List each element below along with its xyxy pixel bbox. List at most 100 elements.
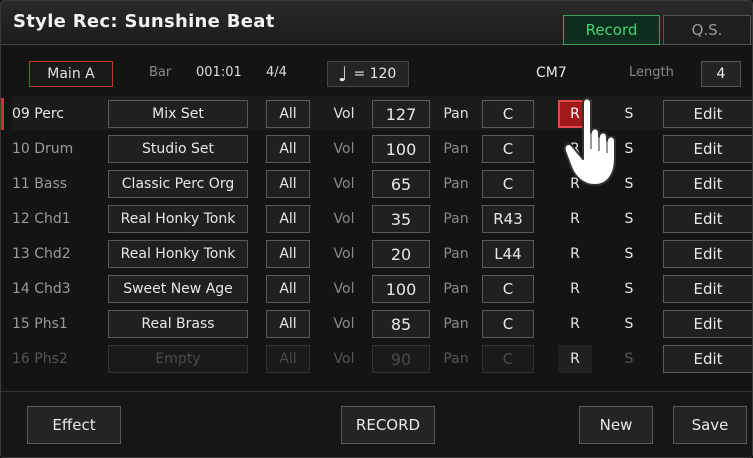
pan-field[interactable]: R43 <box>482 205 534 233</box>
track-row[interactable]: 13 Chd2 Real Honky Tonk All Vol 20 Pan L… <box>12 236 752 270</box>
record-button[interactable]: RECORD <box>341 406 435 444</box>
volume-label: Vol <box>333 316 355 332</box>
all-button[interactable]: All <box>266 170 310 198</box>
volume-label: Vol <box>333 351 355 367</box>
track-row[interactable]: 14 Chd3 Sweet New Age All Vol 100 Pan C … <box>12 271 752 305</box>
tempo-value: = 120 <box>353 66 397 82</box>
time-signature: 4/4 <box>266 65 287 80</box>
record-toggle-button[interactable]: R <box>558 345 592 373</box>
pan-field[interactable]: C <box>482 100 534 128</box>
track-name: 09 Perc <box>12 106 64 122</box>
volume-field[interactable]: 65 <box>372 170 430 198</box>
volume-field[interactable]: 100 <box>372 135 430 163</box>
track-name: 10 Drum <box>12 141 74 157</box>
solo-button[interactable]: S <box>612 275 646 303</box>
pan-label: Pan <box>443 176 469 192</box>
page-title: Style Rec: Sunshine Beat <box>13 11 275 32</box>
edit-button[interactable]: Edit <box>663 135 752 163</box>
voice-button[interactable]: Empty <box>108 345 248 373</box>
volume-field[interactable]: 85 <box>372 310 430 338</box>
track-row[interactable]: 11 Bass Classic Perc Org All Vol 65 Pan … <box>12 166 752 200</box>
voice-button[interactable]: Real Honky Tonk <box>108 205 248 233</box>
volume-label: Vol <box>333 281 355 297</box>
new-button[interactable]: New <box>579 406 653 444</box>
edit-button[interactable]: Edit <box>663 100 752 128</box>
track-name: 12 Chd1 <box>12 211 71 227</box>
track-name: 15 Phs1 <box>12 316 68 332</box>
tempo-display[interactable]: ♩ = 120 <box>327 61 409 87</box>
solo-button[interactable]: S <box>612 345 646 373</box>
edit-button[interactable]: Edit <box>663 170 752 198</box>
section-button[interactable]: Main A <box>29 61 113 87</box>
quarter-note-icon: ♩ <box>338 62 348 86</box>
pan-field[interactable]: L44 <box>482 240 534 268</box>
volume-field[interactable]: 127 <box>372 100 430 128</box>
solo-button[interactable]: S <box>612 100 646 128</box>
solo-button[interactable]: S <box>612 310 646 338</box>
track-name: 13 Chd2 <box>12 246 71 262</box>
volume-field[interactable]: 35 <box>372 205 430 233</box>
track-row[interactable]: 09 Perc Mix Set All Vol 127 Pan C R S Ed… <box>1 96 752 130</box>
voice-button[interactable]: Classic Perc Org <box>108 170 248 198</box>
all-button[interactable]: All <box>266 310 310 338</box>
all-button[interactable]: All <box>266 100 310 128</box>
pan-field[interactable]: C <box>482 345 534 373</box>
record-toggle-button[interactable]: R <box>558 100 592 128</box>
effect-button[interactable]: Effect <box>27 406 121 444</box>
solo-button[interactable]: S <box>612 170 646 198</box>
volume-field[interactable]: 90 <box>372 345 430 373</box>
pan-label: Pan <box>443 246 469 262</box>
bottom-toolbar: Effect RECORD New Save <box>1 391 752 457</box>
voice-button[interactable]: Sweet New Age <box>108 275 248 303</box>
record-toggle-button[interactable]: R <box>558 170 592 198</box>
all-button[interactable]: All <box>266 240 310 268</box>
record-toggle-button[interactable]: R <box>558 310 592 338</box>
pan-label: Pan <box>443 316 469 332</box>
track-row[interactable]: 10 Drum Studio Set All Vol 100 Pan C R S… <box>12 131 752 165</box>
bar-position: 001:01 <box>196 65 242 80</box>
track-row[interactable]: 12 Chd1 Real Honky Tonk All Vol 35 Pan R… <box>12 201 752 235</box>
info-bar: Main A Bar 001:01 4/4 ♩ = 120 CM7 Length… <box>1 53 752 91</box>
track-name: 11 Bass <box>12 176 68 192</box>
track-row[interactable]: 16 Phs2 Empty All Vol 90 Pan C R S Edit <box>12 341 752 375</box>
record-toggle-button[interactable]: R <box>558 135 592 163</box>
solo-button[interactable]: S <box>612 135 646 163</box>
edit-button[interactable]: Edit <box>663 205 752 233</box>
edit-button[interactable]: Edit <box>663 275 752 303</box>
volume-label: Vol <box>333 176 355 192</box>
all-button[interactable]: All <box>266 275 310 303</box>
solo-button[interactable]: S <box>612 205 646 233</box>
pan-label: Pan <box>443 106 469 122</box>
style-record-screen: Style Rec: Sunshine Beat Record Q.S. Mai… <box>0 0 753 458</box>
record-toggle-button[interactable]: R <box>558 275 592 303</box>
volume-field[interactable]: 20 <box>372 240 430 268</box>
save-button[interactable]: Save <box>673 406 747 444</box>
all-button[interactable]: All <box>266 345 310 373</box>
length-field[interactable]: 4 <box>701 61 741 87</box>
track-row[interactable]: 15 Phs1 Real Brass All Vol 85 Pan C R S … <box>12 306 752 340</box>
voice-button[interactable]: Real Brass <box>108 310 248 338</box>
volume-label: Vol <box>333 246 355 262</box>
pan-field[interactable]: C <box>482 135 534 163</box>
tab-record[interactable]: Record <box>563 15 660 45</box>
record-toggle-button[interactable]: R <box>558 205 592 233</box>
solo-button[interactable]: S <box>612 240 646 268</box>
edit-button[interactable]: Edit <box>663 310 752 338</box>
edit-button[interactable]: Edit <box>663 240 752 268</box>
edit-button[interactable]: Edit <box>663 345 752 373</box>
volume-field[interactable]: 100 <box>372 275 430 303</box>
voice-button[interactable]: Real Honky Tonk <box>108 240 248 268</box>
pan-field[interactable]: C <box>482 170 534 198</box>
volume-label: Vol <box>333 141 355 157</box>
record-toggle-button[interactable]: R <box>558 240 592 268</box>
voice-button[interactable]: Mix Set <box>108 100 248 128</box>
all-button[interactable]: All <box>266 205 310 233</box>
pan-field[interactable]: C <box>482 275 534 303</box>
pan-label: Pan <box>443 281 469 297</box>
title-bar: Style Rec: Sunshine Beat Record Q.S. <box>1 1 752 45</box>
track-name: 16 Phs2 <box>12 351 68 367</box>
tab-quick-setup[interactable]: Q.S. <box>663 15 751 45</box>
pan-field[interactable]: C <box>482 310 534 338</box>
all-button[interactable]: All <box>266 135 310 163</box>
voice-button[interactable]: Studio Set <box>108 135 248 163</box>
